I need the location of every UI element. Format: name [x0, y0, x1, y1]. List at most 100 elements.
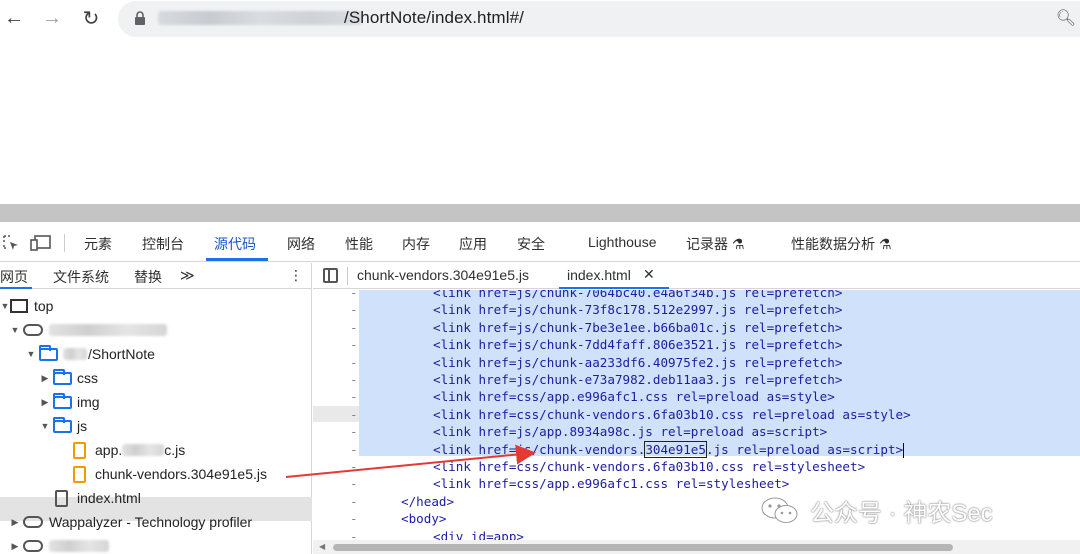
tree-item-app-js[interactable]: app. c.js — [70, 438, 185, 462]
page-horizontal-scrollbar[interactable] — [0, 204, 1080, 222]
devtools-main-tabs: 元素 控制台 源代码 网络 性能 内存 应用 安全 Lighthouse 记录器… — [0, 224, 1080, 262]
tab-performance-insights[interactable]: 性能数据分析 ⚗ — [791, 234, 891, 254]
line-marker: - — [350, 406, 358, 422]
text-caret — [903, 442, 905, 458]
js-file-icon — [73, 441, 86, 459]
tree-item-label: chunk-vendors.304e91e5.js — [95, 466, 268, 482]
subtab-overrides[interactable]: 替换 — [134, 267, 162, 287]
folder-icon — [53, 416, 72, 433]
line-marker: - — [350, 389, 358, 405]
tab-sources[interactable]: 源代码 — [214, 234, 256, 254]
navigator-subtabs: 网页 文件系统 替换 ≫ ⋮ — [0, 263, 312, 289]
editor-horizontal-scrollbar[interactable]: ◀ — [313, 540, 1080, 554]
inspect-element-icon[interactable] — [2, 234, 20, 252]
code-line: - <link href=js/chunk-aa233df6.40975fe2.j… — [313, 354, 1080, 371]
tab-lighthouse[interactable]: Lighthouse — [588, 234, 657, 250]
tree-item-css[interactable]: ▶ css — [40, 366, 98, 390]
code-text: <body> — [401, 511, 447, 527]
tree-item-index-html[interactable]: index.html — [52, 486, 141, 510]
code-line: - <link href=js/app.8934a98c.js rel=prelo… — [313, 423, 1080, 440]
collapsed-triangle-icon[interactable]: ▶ — [10, 517, 20, 528]
tree-item-chunk-vendors-js[interactable]: chunk-vendors.304e91e5.js — [70, 462, 267, 486]
tree-item-extension[interactable]: ▶ — [10, 534, 109, 554]
line-marker: - — [350, 290, 358, 300]
tab-performance[interactable]: 性能 — [345, 234, 373, 254]
line-marker: - — [350, 337, 358, 353]
tab-security[interactable]: 安全 — [517, 234, 545, 254]
close-icon[interactable]: ✕ — [643, 266, 655, 283]
js-file-icon — [73, 465, 86, 483]
lock-icon — [135, 11, 145, 25]
more-tabs-icon[interactable]: ≫ — [180, 267, 195, 284]
expand-triangle-icon[interactable]: ▼ — [0, 301, 10, 311]
scrollbar-thumb[interactable] — [333, 544, 953, 551]
tab-network[interactable]: 网络 — [287, 234, 315, 254]
scroll-left-arrow-icon[interactable]: ◀ — [319, 542, 325, 551]
expand-triangle-icon[interactable]: ▼ — [10, 325, 20, 335]
tree-item-origin[interactable]: ▼ — [10, 318, 167, 342]
tree-item-label: app. — [95, 442, 123, 458]
line-marker: - — [350, 319, 358, 335]
code-text: <link href=js/chunk-aa233df6.40975fe2.js… — [433, 354, 843, 370]
tree-item-label: css — [77, 370, 98, 386]
tree-item-wappalyzer[interactable]: ▶ Wappalyzer - Technology profiler — [10, 510, 253, 534]
watermark: 公众号 · 神农Sec — [760, 488, 993, 532]
expand-triangle-icon[interactable]: ▼ — [40, 421, 50, 431]
tab-elements[interactable]: 元素 — [84, 234, 112, 254]
device-toolbar-icon[interactable] — [30, 234, 52, 252]
code-text: <link href=css/app.e996afc1.css rel=prel… — [433, 389, 835, 405]
code-line: - <link href=js/chunk-7dd4faff.806e3521.j… — [313, 336, 1080, 353]
line-marker: - — [350, 528, 358, 540]
tab-memory[interactable]: 内存 — [402, 234, 430, 254]
line-marker: - — [350, 302, 358, 318]
editor-tab-index-html[interactable]: index.html — [567, 267, 631, 283]
back-icon[interactable]: ← — [0, 4, 28, 32]
frame-icon — [10, 299, 28, 313]
code-line: - <link href=js/chunk-7064bc40.e4a6f34b.j… — [313, 290, 1080, 301]
redacted-origin — [49, 324, 167, 336]
toggle-navigator-icon[interactable] — [323, 268, 338, 283]
collapsed-triangle-icon[interactable]: ▶ — [10, 541, 20, 552]
active-editor-tab-indicator — [559, 287, 669, 289]
address-bar[interactable]: /ShortNote/index.html#/ 🔍︎ — [118, 1, 1080, 37]
tree-item-shortnote[interactable]: ▼ /ShortNote — [26, 342, 155, 366]
code-text: <link href=js/app.8934a98c.js rel=preloa… — [433, 424, 828, 440]
subtab-page[interactable]: 网页 — [0, 267, 28, 287]
code-text: <link href=js/chunk-7dd4faff.806e3521.js… — [433, 337, 843, 353]
redacted-hash — [122, 444, 165, 456]
code-line: - <link href=js/chunk-73f8c178.512e2997.j… — [313, 301, 1080, 318]
collapsed-triangle-icon[interactable]: ▶ — [40, 397, 50, 408]
tab-divider — [347, 267, 348, 285]
forward-icon[interactable]: → — [38, 4, 66, 32]
reload-icon[interactable]: ↻ — [77, 4, 105, 32]
collapsed-triangle-icon[interactable]: ▶ — [40, 373, 50, 384]
editor-tab-chunk-vendors[interactable]: chunk-vendors.304e91e5.js — [357, 267, 529, 283]
expand-triangle-icon[interactable]: ▼ — [26, 349, 36, 359]
url-path: /ShortNote/index.html#/ — [344, 8, 524, 27]
tab-application[interactable]: 应用 — [459, 234, 487, 254]
code-text: <link href=js/chunk-7064bc40.e4a6f34b.js… — [433, 290, 843, 300]
editor-tabs: chunk-vendors.304e91e5.js index.html ✕ — [313, 263, 1080, 289]
code-line: - <link href=js/chunk-vendors.304e91e5.js… — [313, 440, 1080, 458]
search-match-highlight: 304e91e5 — [644, 440, 707, 458]
more-options-icon[interactable]: ⋮ — [289, 267, 303, 284]
tree-item-label: top — [34, 298, 54, 314]
sources-navigator: 网页 文件系统 替换 ≫ ⋮ ▼ top ▼ ▼ /ShortNote ▶ cs… — [0, 263, 312, 554]
tree-item-label: img — [77, 394, 100, 410]
tree-item-img[interactable]: ▶ img — [40, 390, 100, 414]
wechat-logo-icon — [761, 497, 798, 523]
tree-item-js[interactable]: ▼ js — [40, 414, 87, 438]
folder-icon — [53, 368, 72, 385]
tab-console[interactable]: 控制台 — [142, 234, 184, 254]
code-line: - <link href=css/chunk-vendors.6fa03b10.c… — [313, 458, 1080, 475]
line-marker: - — [350, 424, 358, 440]
tab-recorder[interactable]: 记录器 ⚗ — [686, 234, 744, 254]
zoom-icon[interactable]: 🔍︎ — [1056, 8, 1076, 28]
watermark-text: 公众号 · 神农Sec — [810, 499, 993, 527]
subtab-filesystem[interactable]: 文件系统 — [53, 267, 109, 287]
line-marker: - — [350, 511, 358, 527]
line-marker: - — [350, 354, 358, 370]
folder-icon — [53, 392, 72, 409]
tree-item-top[interactable]: ▼ top — [0, 294, 54, 318]
redacted-path — [63, 348, 87, 360]
